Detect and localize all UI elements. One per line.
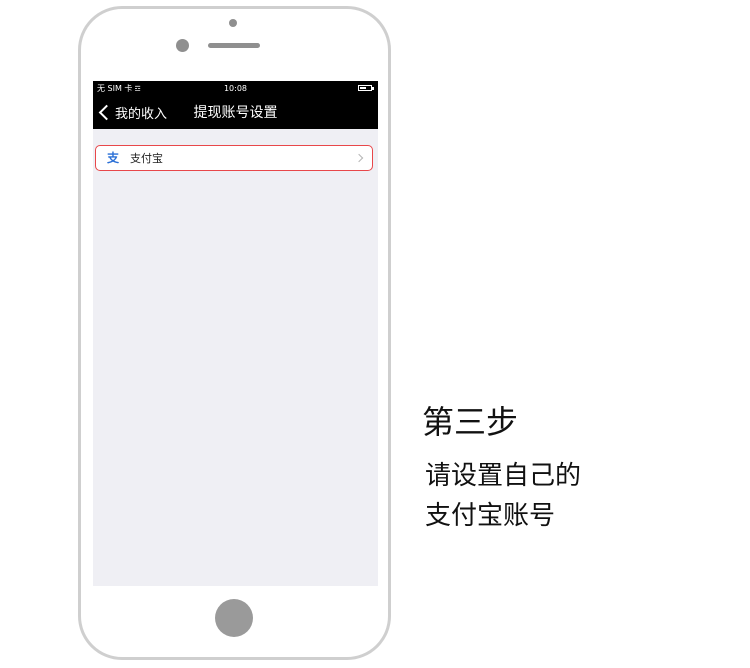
phone-screen: 无 SIM 卡 ☲ 10:08 我的收入 提现账号设置 支 支付宝 <box>93 81 378 586</box>
list-item-label: 支付宝 <box>130 152 163 165</box>
step-title: 第三步 <box>422 403 519 441</box>
navigation-bar: 无 SIM 卡 ☲ 10:08 我的收入 提现账号设置 <box>93 81 378 129</box>
camera-dot <box>229 19 237 27</box>
front-camera <box>176 39 189 52</box>
speaker-grille <box>208 43 260 48</box>
alipay-icon: 支 <box>106 151 119 165</box>
chevron-right-icon <box>354 153 364 163</box>
step-instruction-line-1: 请设置自己的 <box>425 461 582 491</box>
home-button[interactable] <box>215 599 253 637</box>
status-time: 10:08 <box>223 84 248 93</box>
battery-icon <box>358 85 374 91</box>
page-title: 提现账号设置 <box>193 105 278 121</box>
list-item-alipay[interactable]: 支 支付宝 <box>95 145 373 171</box>
status-bar: 无 SIM 卡 ☲ 10:08 <box>93 81 378 96</box>
step-instruction-line-2: 支付宝账号 <box>425 501 556 531</box>
